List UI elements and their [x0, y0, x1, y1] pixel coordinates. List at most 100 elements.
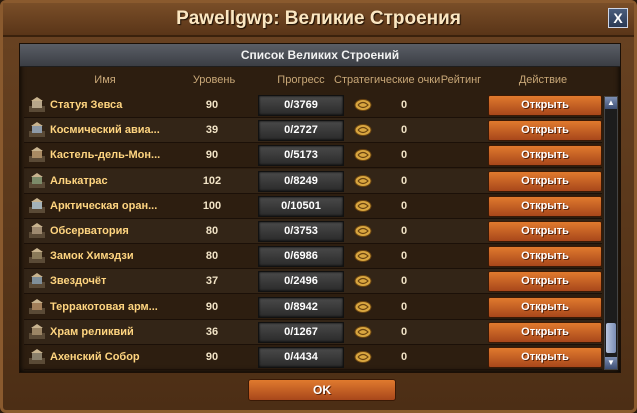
building-name[interactable]: Алькатрас [50, 169, 180, 193]
table-row: Звездочёт 37 0/2496 0 Открыть [24, 269, 602, 295]
building-level: 80 [205, 250, 219, 263]
terracotta-icon [29, 298, 45, 314]
building-name[interactable]: Терракотовая арм... [50, 295, 180, 319]
building-name[interactable]: Замок Химэдзи [50, 244, 180, 268]
column-header-level[interactable]: Уровень [188, 70, 240, 90]
table-row: Алькатрас 102 0/8249 0 Открыть [24, 169, 602, 194]
building-level: 90 [205, 300, 219, 313]
strategy-points-value: 0 [400, 275, 408, 288]
progress-bar: 0/5173 [258, 145, 344, 167]
great-buildings-list-panel: Список Великих Строений Имя Уровень Прог… [19, 43, 621, 373]
strategy-points-icon [354, 300, 372, 313]
building-level: 80 [205, 225, 219, 237]
building-name[interactable]: Звездочёт [50, 269, 180, 293]
table-row: Ахенский Собор 90 0/4434 0 Открыть [24, 345, 602, 370]
column-header-strategy-points[interactable]: Стратегические очки [334, 70, 440, 90]
open-button[interactable]: Открыть [488, 195, 602, 217]
strategy-points-icon [354, 149, 372, 162]
progress-bar: 0/4434 [258, 347, 344, 368]
strategy-points-icon [354, 225, 372, 237]
strategy-points-value: 0 [400, 99, 408, 111]
table-row: Замок Химэдзи 80 0/6986 0 Открыть [24, 244, 602, 270]
building-level: 39 [205, 124, 219, 137]
scroll-up-icon[interactable]: ▲ [605, 97, 617, 109]
building-level: 90 [205, 99, 219, 111]
strategy-points-value: 0 [400, 325, 408, 338]
strategy-points-icon [354, 250, 372, 263]
open-button[interactable]: Открыть [488, 271, 602, 293]
building-level: 90 [205, 351, 219, 363]
great-buildings-window: Pawellgwp: Великие Строения X Список Вел… [0, 0, 637, 413]
list-header: Список Великих Строений [20, 44, 620, 67]
strategy-points-value: 0 [400, 149, 408, 162]
column-header-action[interactable]: Действие [488, 70, 598, 90]
strategy-points-value: 0 [400, 124, 408, 137]
table-row: Статуя Зевса 90 0/3769 0 Открыть [24, 93, 602, 118]
open-button[interactable]: Открыть [488, 145, 602, 167]
strategy-points-icon [354, 351, 372, 363]
strategy-points-value: 0 [400, 300, 408, 313]
open-button[interactable]: Открыть [488, 95, 602, 116]
strategy-points-value: 0 [400, 250, 408, 263]
temple-icon [29, 323, 45, 339]
progress-bar: 0/3753 [258, 221, 344, 242]
prison-icon [29, 172, 45, 188]
building-name[interactable]: Статуя Зевса [50, 93, 180, 117]
building-level: 100 [202, 199, 222, 212]
column-header-name[interactable]: Имя [50, 70, 160, 90]
progress-bar: 0/10501 [258, 195, 344, 217]
building-name[interactable]: Космический авиа... [50, 118, 180, 142]
table-row: Космический авиа... 39 0/2727 0 Открыть [24, 118, 602, 144]
table-row: Кастель-дель-Мон... 90 0/5173 0 Открыть [24, 143, 602, 169]
building-name[interactable]: Арктическая оран... [50, 194, 180, 218]
open-button[interactable]: Открыть [488, 246, 602, 268]
strategy-points-value: 0 [400, 199, 408, 212]
ok-button[interactable]: OK [248, 379, 396, 401]
list-scrollbar[interactable]: ▲ ▼ [604, 96, 618, 370]
building-name[interactable]: Храм реликвий [50, 320, 180, 344]
strategy-points-value: 0 [400, 351, 408, 363]
strategy-points-value: 0 [400, 225, 408, 237]
column-header-rating[interactable]: Рейтинг [438, 70, 484, 90]
open-button[interactable]: Открыть [488, 170, 602, 192]
building-level: 90 [205, 149, 219, 162]
open-button[interactable]: Открыть [488, 296, 602, 318]
strategy-points-icon [354, 99, 372, 111]
building-name[interactable]: Ахенский Собор [50, 345, 180, 369]
building-level: 37 [205, 275, 219, 288]
title-bar: Pawellgwp: Великие Строения X [3, 3, 634, 37]
observatory-icon [29, 223, 45, 238]
building-level: 102 [202, 174, 222, 187]
table-row: Храм реликвий 36 0/1267 0 Открыть [24, 320, 602, 345]
scroll-down-icon[interactable]: ▼ [605, 357, 617, 369]
castle-icon [29, 248, 45, 264]
building-name[interactable]: Кастель-дель-Мон... [50, 143, 180, 167]
strategy-points-icon [354, 199, 372, 212]
open-button[interactable]: Открыть [488, 347, 602, 368]
progress-bar: 0/2496 [258, 271, 344, 293]
cathedral-icon [29, 349, 45, 364]
scroll-thumb[interactable] [606, 323, 616, 353]
table-row: Терракотовая арм... 90 0/8942 0 Открыть [24, 295, 602, 320]
open-button[interactable]: Открыть [488, 120, 602, 142]
great-buildings-rows: Статуя Зевса 90 0/3769 0 Открыть Космиче… [24, 93, 602, 370]
open-button[interactable]: Открыть [488, 321, 602, 343]
building-level: 36 [205, 325, 219, 338]
table-row: Арктическая оран... 100 0/10501 0 Открыт… [24, 194, 602, 219]
open-button[interactable]: Открыть [488, 221, 602, 242]
strategy-points-icon [354, 124, 372, 137]
progress-bar: 0/6986 [258, 246, 344, 268]
progress-bar: 0/1267 [258, 321, 344, 343]
progress-bar: 0/2727 [258, 120, 344, 142]
castle-icon [29, 147, 45, 163]
close-button[interactable]: X [608, 8, 628, 28]
window-title: Pawellgwp: Великие Строения [176, 8, 461, 29]
column-header-progress[interactable]: Прогресс [268, 70, 334, 90]
statue-icon [29, 97, 45, 112]
strategy-points-icon [354, 325, 372, 338]
building-name[interactable]: Обсерватория [50, 219, 180, 243]
greenhouse-icon [29, 197, 45, 213]
strategy-points-icon [354, 174, 372, 187]
star-gazer-icon [29, 273, 45, 289]
progress-bar: 0/8942 [258, 296, 344, 318]
